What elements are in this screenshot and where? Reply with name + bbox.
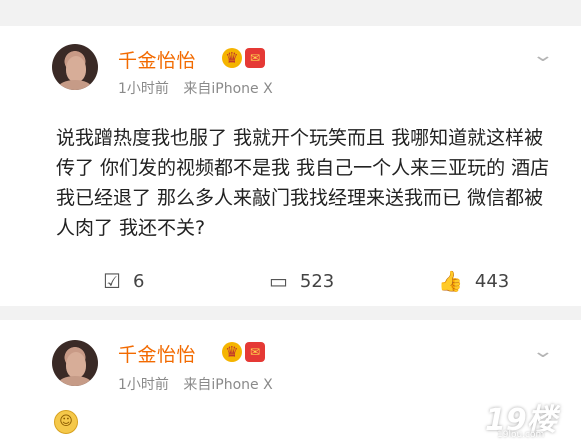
avatar[interactable] [52,44,98,90]
repost-button[interactable]: ☑ 6 [103,266,144,296]
post-time: 1小时前 [118,377,169,393]
repost-count: 6 [132,270,145,292]
post-action-bar: ☑ 6 ▭ 523 👍 443 [0,266,581,296]
chevron-down-icon[interactable]: ⌄ [531,343,555,361]
avatar[interactable] [52,340,98,386]
avatar-face [66,56,86,82]
red-envelope-icon: ✉ [245,342,265,362]
thumbs-up-icon: 👍 [438,269,463,293]
post-source: 来自iPhone X [183,81,273,97]
post-body-text: 说我蹭热度我也服了 我就开个玩笑而且 我哪知道就这样被传了 你们发的视频都不是我… [56,127,550,239]
watermark-domain: 19lou.com [497,430,545,440]
red-envelope-icon: ✉ [245,48,265,68]
comment-icon: ▭ [269,269,288,293]
top-divider-strip [0,0,581,26]
post-meta: 1小时前 来自iPhone X [118,78,283,98]
post-source: 来自iPhone X [183,377,273,393]
username-link[interactable]: 千金怡怡 [118,340,196,367]
comment-count: 523 [299,270,335,292]
post-time: 1小时前 [118,81,169,97]
avatar-face [66,352,86,378]
crown-badge-icon: ♛ [222,342,242,362]
username-link[interactable]: 千金怡怡 [118,46,196,73]
crown-badge-icon: ♛ [222,48,242,68]
like-count: 443 [474,270,510,292]
post-meta: 1小时前 来自iPhone X [118,374,283,394]
chevron-down-icon[interactable]: ⌄ [531,47,555,65]
weibo-post-card: 千金怡怡 ♛ ✉ 1小时前 来自iPhone X ⌄ 说我蹭热度我也服了 我就开… [0,26,581,306]
comment-button[interactable]: ▭ 523 [269,266,334,296]
smile-emoji-icon: ☺ [54,410,78,434]
like-button[interactable]: 👍 443 [438,266,509,296]
avatar-shoulder [58,376,92,386]
avatar-shoulder [58,80,92,90]
repost-icon: ☑ [103,269,121,293]
